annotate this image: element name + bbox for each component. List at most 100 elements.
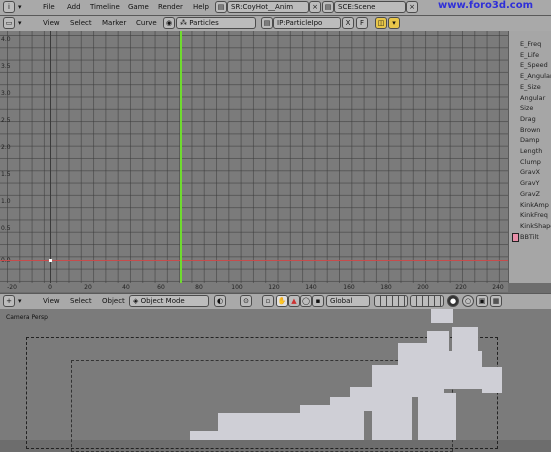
ipo-channel-item[interactable]: Brown — [520, 126, 540, 134]
top-menu-bar: i ▾ File Add Timeline Game Render Help ▤… — [0, 0, 551, 16]
particle-block — [300, 405, 336, 440]
pivot-icon[interactable]: ⊙ — [240, 295, 252, 307]
ipo-channel-item[interactable]: Damp — [520, 136, 539, 144]
y-tick-label: 3.0 — [1, 90, 11, 97]
ipo-channel-item[interactable]: E_Speed — [520, 61, 548, 69]
render-icon[interactable]: ▣ — [476, 295, 488, 307]
layer-buttons-b[interactable] — [410, 295, 444, 307]
ipo-channel-item[interactable]: GravY — [520, 179, 540, 187]
ipo-menu-view[interactable]: View — [43, 19, 60, 27]
collapse-icon[interactable]: ▾ — [18, 297, 22, 305]
view3d-menu-object[interactable]: Object — [102, 297, 125, 305]
menu-add[interactable]: Add — [67, 3, 81, 11]
y-tick-label: 1.0 — [1, 198, 11, 205]
x-tick-label: 140 — [305, 284, 317, 291]
y-tick-label: 2.0 — [1, 144, 11, 151]
manipulator-hand-icon[interactable]: ✋ — [276, 295, 288, 307]
watermark: www.foro3d.com — [438, 0, 534, 11]
collapse-icon[interactable]: ▾ — [18, 3, 22, 11]
ipo-block-name[interactable]: IP:ParticleIpo — [273, 17, 341, 29]
screen-close-icon[interactable]: × — [309, 1, 321, 13]
particle-block — [431, 309, 453, 323]
menu-timeline[interactable]: Timeline — [90, 3, 120, 11]
ipo-channel-item[interactable]: Angular — [520, 94, 545, 102]
ipo-channel-list: E_Freq E_Life E_Speed E_Angular E_Size Angula… — [508, 31, 551, 283]
ipo-menu-select[interactable]: Select — [70, 19, 92, 27]
ipo-channel-item[interactable]: BBTilt — [520, 233, 539, 241]
pin-icon[interactable]: ◉ — [163, 17, 175, 29]
ipo-channel-item[interactable]: GravX — [520, 168, 540, 176]
collapse-icon[interactable]: ▾ — [18, 19, 22, 27]
screen-selector[interactable]: SR:CoyHot__Anim — [227, 1, 309, 13]
window-type-icon[interactable]: i — [3, 1, 15, 13]
mode-selector[interactable]: ◈ Object Mode — [129, 295, 209, 307]
ipo-channel-item[interactable]: GravZ — [520, 190, 540, 198]
y-tick-label: 1.5 — [1, 171, 11, 178]
render-preview-icon[interactable]: ○ — [462, 295, 474, 307]
ipo-browse-icon[interactable]: ▤ — [261, 17, 273, 29]
particle-block — [190, 431, 222, 440]
ipo-channel-item[interactable]: KinkFreq — [520, 211, 548, 219]
y-tick-label: 0.5 — [1, 225, 11, 232]
menu-help[interactable]: Help — [193, 3, 209, 11]
view-all-icon[interactable]: ◫ — [375, 17, 387, 29]
x-tick-label: 0 — [48, 284, 52, 291]
scene-selector[interactable]: SCE:Scene — [334, 1, 406, 13]
ipo-channel-item[interactable]: E_Angular — [520, 72, 551, 80]
ipo-menu-curve[interactable]: Curve — [136, 19, 157, 27]
draw-type-icon[interactable]: ◐ — [214, 295, 226, 307]
translate-manipulator-icon[interactable]: ▲ — [288, 295, 300, 307]
view3d-menu-view[interactable]: View — [43, 297, 60, 305]
extend-mode-icon[interactable]: ▾ — [388, 17, 400, 29]
layer-buttons-a[interactable] — [374, 295, 408, 307]
fake-user-button[interactable]: F — [356, 17, 368, 29]
scene-browse-icon[interactable]: ▤ — [322, 1, 334, 13]
ipo-channel-item[interactable]: KinkShape — [520, 222, 551, 230]
particle-block — [406, 357, 444, 397]
lock-layers-icon[interactable]: ● — [447, 295, 459, 307]
menu-render[interactable]: Render — [158, 3, 183, 11]
frame-zero-line — [50, 31, 51, 283]
ipo-channel-item[interactable]: E_Life — [520, 51, 539, 59]
viewport-label: Camera Persp — [6, 314, 48, 321]
ipo-type-selector[interactable]: ⁂ Particles — [176, 17, 256, 29]
ipo-channel-item[interactable]: Clump — [520, 158, 541, 166]
ipo-channel-item[interactable]: E_Size — [520, 83, 541, 91]
particle-block — [264, 413, 304, 440]
y-tick-label: 2.5 — [1, 117, 11, 124]
screen-browse-icon[interactable]: ▤ — [215, 1, 227, 13]
y-tick-label: 4.0 — [1, 36, 11, 43]
ipo-graph-area[interactable]: 4.0 3.5 3.0 2.5 2.0 1.5 1.0 0.5 0.0 — [0, 31, 508, 283]
ipo-editor-type-icon[interactable]: ▭ — [3, 17, 15, 29]
ipo-type-label: Particles — [189, 19, 219, 27]
particle-block — [418, 393, 456, 440]
channel-color-swatch[interactable] — [512, 232, 519, 242]
x-tick-label: 180 — [380, 284, 392, 291]
particle-block — [218, 413, 266, 440]
rotate-manipulator-icon[interactable]: ◯ — [300, 295, 312, 307]
view3d-editor-type-icon[interactable]: + — [3, 295, 15, 307]
ipo-menu-marker[interactable]: Marker — [102, 19, 126, 27]
ipo-channel-item[interactable]: Drag — [520, 115, 536, 123]
layers-lock-icon[interactable]: ▫ — [262, 295, 274, 307]
x-tick-label: 20 — [84, 284, 92, 291]
ipo-channel-item[interactable]: Length — [520, 147, 542, 155]
particle-block — [482, 367, 502, 393]
ipo-channel-item[interactable]: Size — [520, 104, 533, 112]
mode-label: Object Mode — [140, 297, 185, 305]
orientation-selector[interactable]: Global — [326, 295, 370, 307]
menu-game[interactable]: Game — [128, 3, 149, 11]
current-frame-line[interactable] — [180, 31, 182, 283]
render-anim-icon[interactable]: ▦ — [490, 295, 502, 307]
ipo-channel-item[interactable]: E_Freq — [520, 40, 541, 48]
3d-viewport[interactable]: Camera Persp — [0, 309, 551, 452]
delete-ipo-button[interactable]: X — [342, 17, 354, 29]
x-axis-ruler — [0, 283, 508, 292]
particles-icon: ⁂ — [180, 19, 187, 27]
menu-file[interactable]: File — [43, 3, 55, 11]
ipo-channel-item[interactable]: KinkAmp — [520, 201, 549, 209]
view3d-menu-select[interactable]: Select — [70, 297, 92, 305]
scene-close-icon[interactable]: × — [406, 1, 418, 13]
scale-manipulator-icon[interactable]: ▪ — [312, 295, 324, 307]
x-tick-label: 160 — [343, 284, 355, 291]
